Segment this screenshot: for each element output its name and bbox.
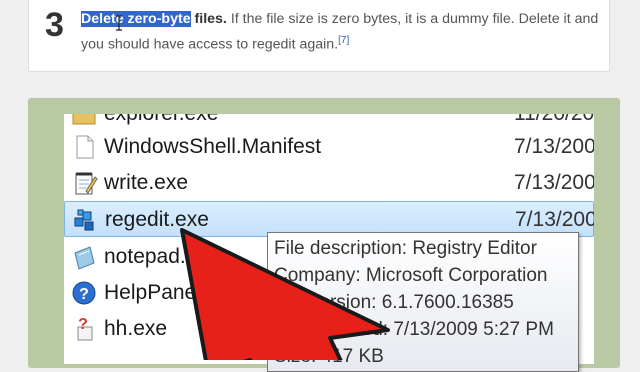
file-date: 7/13/200 [514,171,594,194]
tooltip-size: Size: 417 KB [274,346,384,367]
tooltip-company: Company: Microsoft Corporation [274,265,548,286]
document-icon [76,135,94,159]
notepad-pen-icon [75,172,98,195]
file-name: regedit.exe [105,208,209,231]
tooltip-created: Date created: 7/13/2009 5:27 PM [274,319,554,340]
file-tooltip: File description: Registry Editor Compan… [267,232,579,372]
text-cursor-icon [116,15,122,31]
file-name: notepad.exe [104,245,220,268]
svg-text:?: ? [79,286,89,303]
step-text: Delete zero-byte files. If the file size… [81,8,605,56]
tooltip-version: File version: 6.1.7600.16385 [274,292,514,313]
file-date: 11/20/20 [514,114,594,126]
step-title-rest: files. [190,11,227,27]
step-card: 3 Delete zero-byte files. If the file si… [28,0,610,72]
file-date: 7/13/200 [514,135,594,158]
step-title-highlighted[interactable]: Delete zero-byte [81,11,191,27]
file-name: hh.exe [104,317,168,340]
folder-app-icon [72,114,96,125]
file-date: 7/13/200 [515,208,594,231]
file-name: write.exe [104,171,189,194]
notepad-icon [74,246,95,270]
tooltip-description: File description: Registry Editor [274,238,537,259]
file-name: explorer.exe [104,114,218,126]
file-name: WindowsShell.Manifest [104,135,322,158]
svg-text:?: ? [78,316,88,333]
help-question-icon: ? [72,281,96,305]
file-row[interactable]: write.exe 7/13/200 [64,165,594,201]
file-name: HelpPane.exe [104,281,236,304]
help-document-icon: ? [77,316,93,341]
file-row[interactable]: WindowsShell.Manifest 7/13/200 [64,129,594,165]
citation-link[interactable]: [7] [338,35,349,46]
registry-cubes-icon [74,209,94,231]
step-number: 3 [45,6,64,44]
